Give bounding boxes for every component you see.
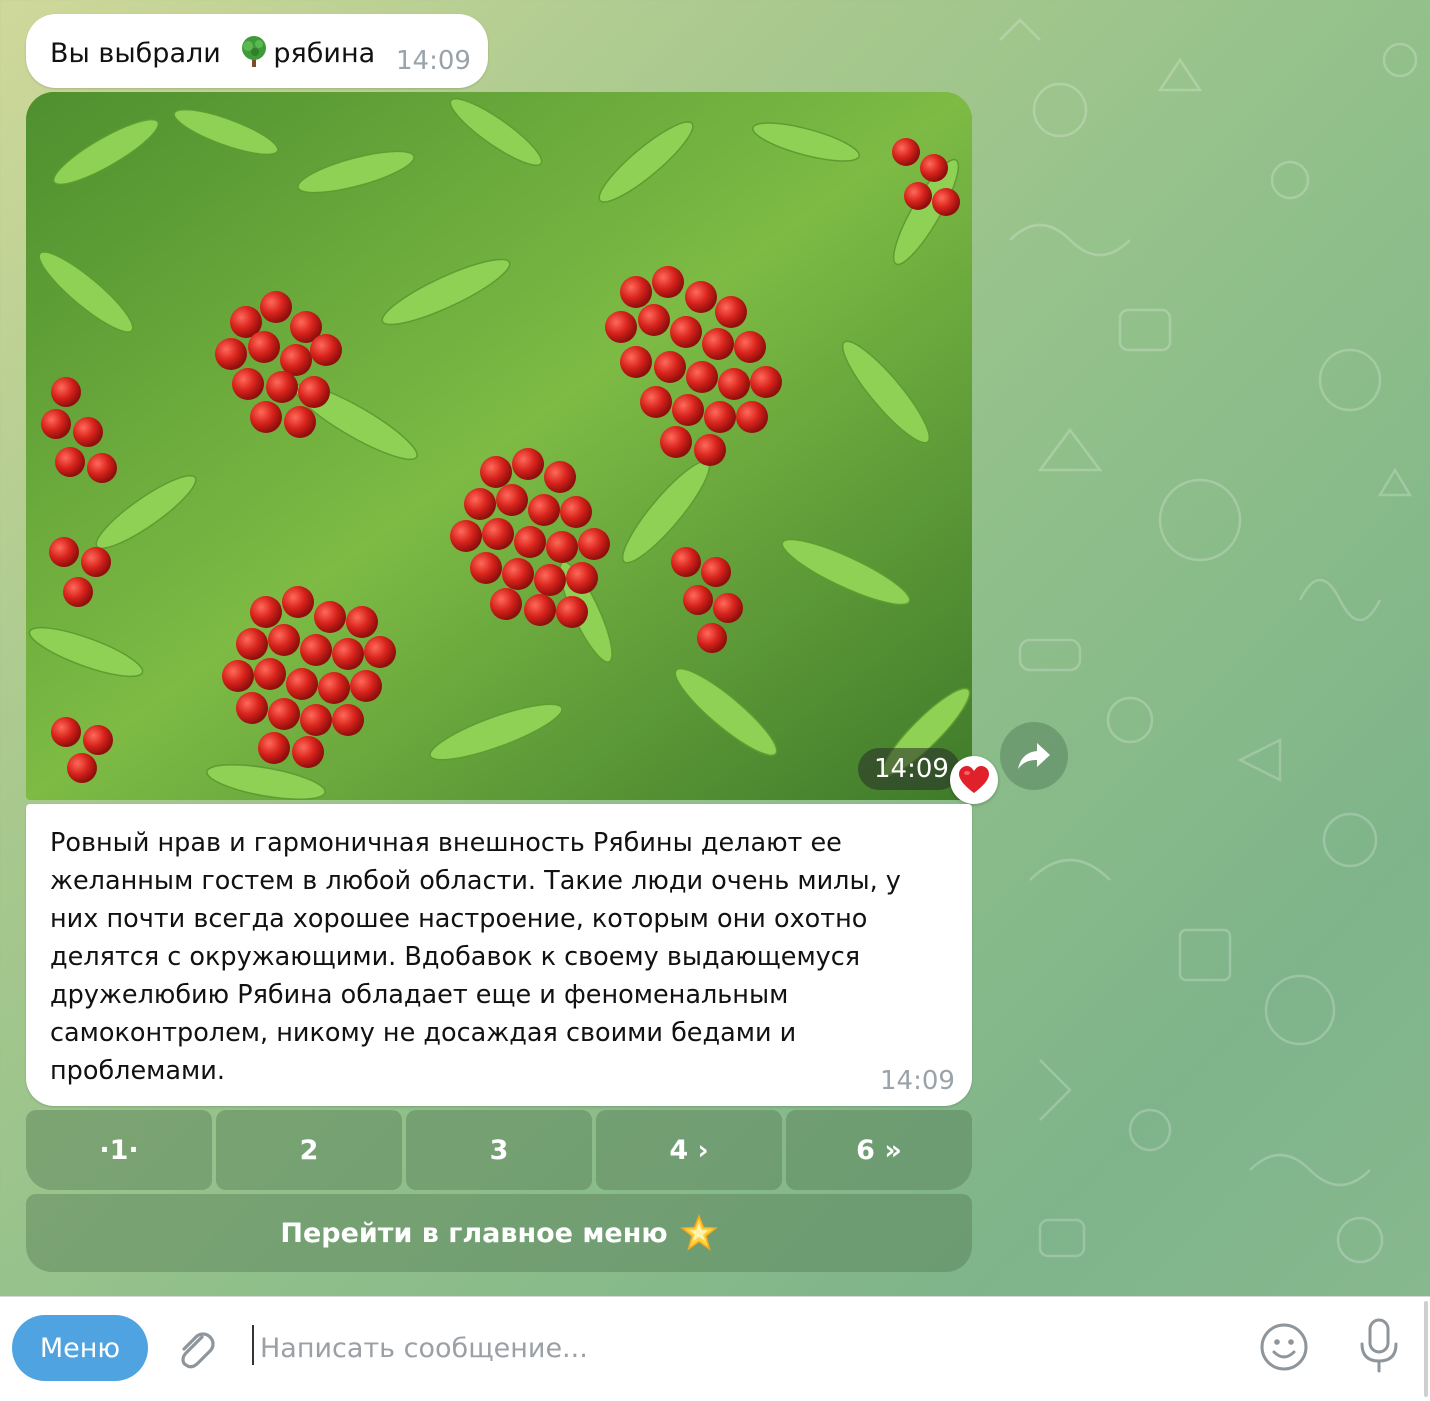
message-bubble-choice: Вы выбрали рябина 14:09 [26,14,488,88]
page-button-last[interactable]: 6 » [786,1110,972,1190]
scrollbar[interactable] [1424,1301,1428,1397]
main-menu-button[interactable]: Перейти в главное меню [26,1194,972,1272]
deciduous-tree-icon [237,34,271,68]
message-input[interactable] [258,1319,1242,1377]
message-bubble-description: Ровный нрав и гармоничная внешность Ряби… [26,804,972,1106]
paperclip-icon[interactable] [172,1325,220,1373]
message-text: Вы выбрали рябина [50,34,375,69]
message-text: Ровный нрав и гармоничная внешность Ряби… [50,828,901,1086]
glowing-star-icon [679,1213,718,1252]
main-menu-label: Перейти в главное меню [280,1217,668,1249]
smiley-icon[interactable] [1258,1321,1310,1373]
rowan-berries-photo[interactable]: 14:09 [26,92,972,800]
red-heart-icon[interactable] [950,756,998,804]
photo-time: 14:09 [858,748,960,790]
message-text-choice: рябина [273,38,376,69]
message-composer: Меню [0,1296,1430,1401]
message-text-prefix: Вы выбрали [50,38,230,69]
message-time: 14:09 [396,46,471,76]
page-button-1[interactable]: ·1· [26,1110,212,1190]
page-button-3[interactable]: 3 [406,1110,592,1190]
page-button-2[interactable]: 2 [216,1110,402,1190]
page-button-next[interactable]: 4 › [596,1110,782,1190]
share-arrow-icon[interactable] [1000,722,1068,790]
text-caret [252,1325,254,1365]
inline-keyboard-pages: ·1· 2 3 4 › 6 » [26,1110,972,1190]
microphone-icon[interactable] [1356,1317,1402,1375]
bot-menu-button[interactable]: Меню [12,1315,148,1381]
message-time: 14:09 [880,1066,955,1096]
photo-image [26,92,972,800]
